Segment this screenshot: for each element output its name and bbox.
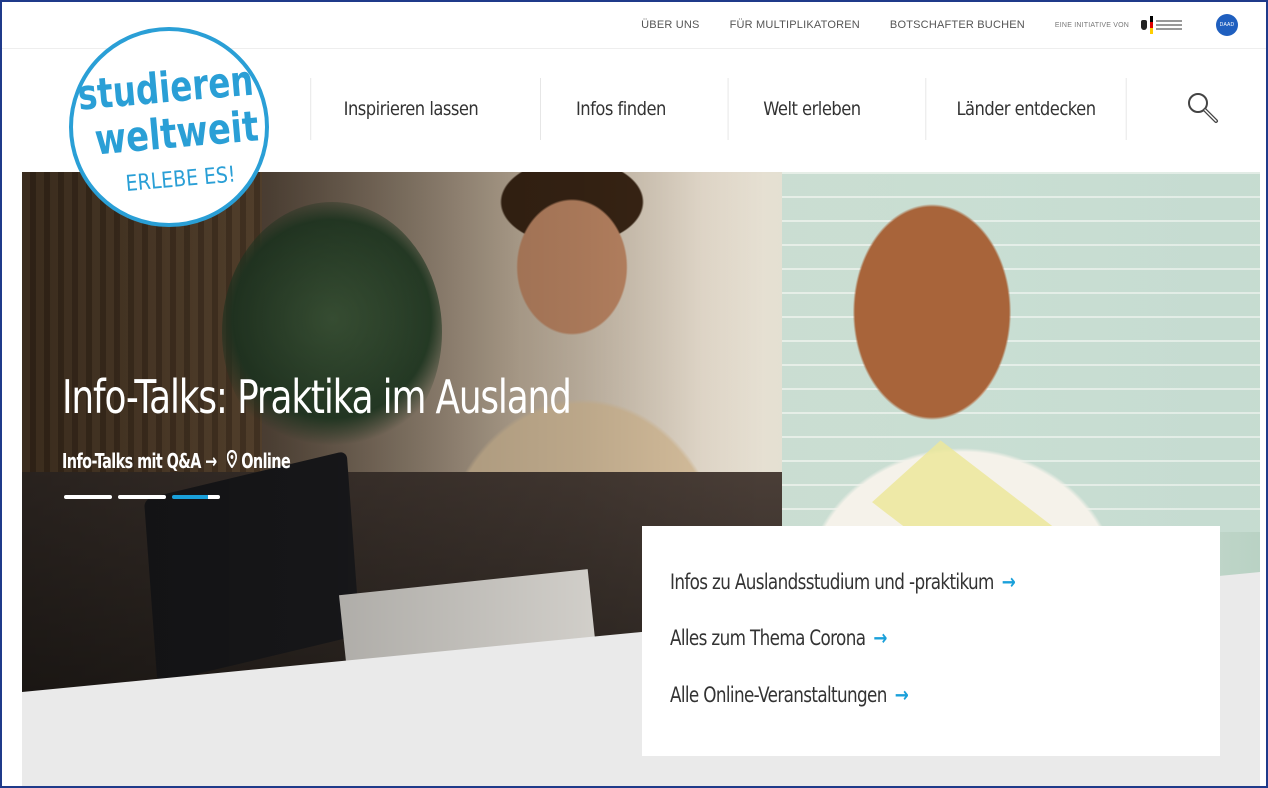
link-auslandsstudium-label[interactable]: Infos zu Auslandsstudium und -praktikum [670,570,994,594]
topbar-link-botschafter[interactable]: BOTSCHAFTER BUCHEN [890,19,1025,31]
arrow-right-icon: → [1001,570,1016,594]
studieren-weltweit-logo[interactable]: studieren weltweit ERLEBE ES! [66,24,272,230]
german-flag-icon [1150,16,1153,34]
arrow-right-icon: → [873,626,887,650]
daad-logo[interactable]: DAAD [1216,14,1238,36]
browser-frame: ÜBER UNS FÜR MULTIPLIKATOREN BOTSCHAFTER… [0,0,1268,788]
quick-links-box: Infos zu Auslandsstudium und -praktikum →… [642,526,1220,756]
arrow-right-icon: → [200,449,217,473]
location-pin-icon [226,449,238,473]
link-online-veranstaltungen[interactable]: Alle Online-Veranstaltungen → [670,683,909,707]
search-icon[interactable] [1185,90,1219,124]
nav-item-welt[interactable]: Welt erleben [727,78,896,140]
bmbf-logo[interactable] [1141,16,1182,34]
right-margin [1260,172,1266,786]
topbar-link-ueber-uns[interactable]: ÜBER UNS [641,19,699,31]
link-corona-label[interactable]: Alles zum Thema Corona [670,626,866,650]
slider-dot-3[interactable] [172,495,220,499]
link-corona[interactable]: Alles zum Thema Corona → [670,626,887,650]
hero-subtitle-text[interactable]: Info-Talks mit Q&A [62,449,201,473]
hero-title[interactable]: Info-Talks: Praktika im Ausland [62,370,572,424]
slider-dot-2[interactable] [118,495,166,499]
main-navigation: Inspirieren lassen Infos finden Welt erl… [294,78,1143,140]
nav-item-laender[interactable]: Länder entdecken [925,78,1127,140]
link-online-veranstaltungen-label[interactable]: Alle Online-Veranstaltungen [670,683,887,707]
hero-subtitle[interactable]: Info-Talks mit Q&A → Online [62,449,291,473]
left-margin [2,172,22,786]
slider-dot-1[interactable] [64,495,112,499]
link-auslandsstudium[interactable]: Infos zu Auslandsstudium und -praktikum → [670,570,1016,594]
eagle-icon [1141,20,1147,30]
nav-item-infos[interactable]: Infos finden [540,78,701,140]
slider-indicators [64,495,220,499]
hero-location: Online [241,449,291,473]
nav-item-inspirieren[interactable]: Inspirieren lassen [310,78,510,140]
initiative-label: EINE INITIATIVE VON [1054,21,1129,29]
bmbf-text-lines [1156,20,1182,30]
topbar-link-multiplikatoren[interactable]: FÜR MULTIPLIKATOREN [730,19,860,31]
arrow-right-icon: → [894,683,909,707]
